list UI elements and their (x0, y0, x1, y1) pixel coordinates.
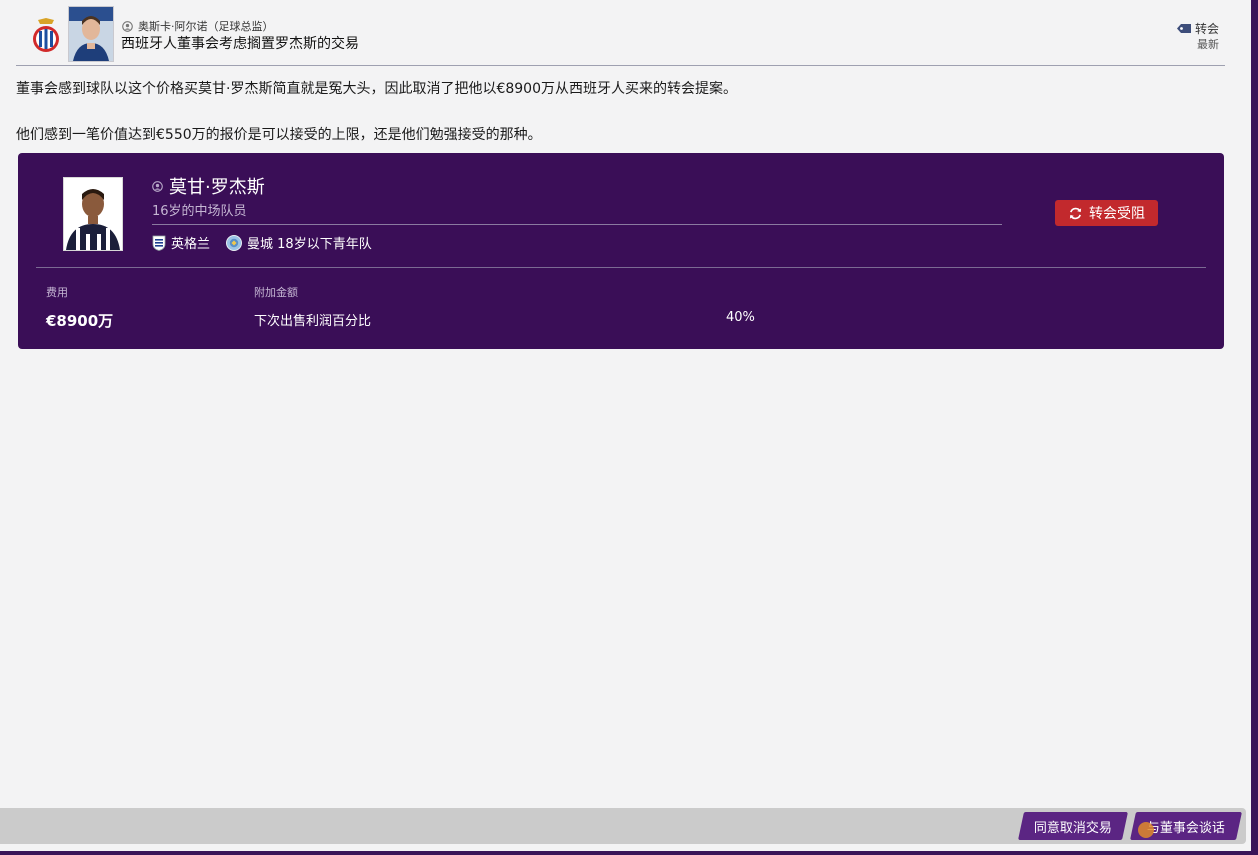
player-photo[interactable] (63, 177, 123, 251)
bonus-label: 附加金额 (254, 286, 298, 299)
man-city-crest-icon (226, 234, 243, 251)
sender-name[interactable]: 奥斯卡·阿尔诺（足球总监） (138, 18, 274, 34)
watermark-logo-icon (1138, 822, 1154, 838)
person-icon (152, 180, 163, 192)
category-tag[interactable]: 转会 (1176, 20, 1219, 37)
player-name[interactable]: 莫甘·罗杰斯 (169, 173, 265, 199)
tag-label: 转会 (1194, 22, 1219, 36)
player-nation[interactable]: 英格兰 (171, 233, 210, 252)
sender-row: 奥斯卡·阿尔诺（足球总监） (122, 18, 274, 34)
message-paragraph-1: 董事会感到球队以这个价格买莫甘·罗杰斯简直就是冤大头，因此取消了把他以€8900… (16, 81, 737, 97)
player-face-icon (64, 178, 122, 250)
status-label: 转会受阻 (1089, 206, 1145, 222)
transfer-status-badge[interactable]: 转会受阻 (1055, 200, 1158, 226)
player-divider (152, 224, 1002, 225)
player-club[interactable]: 曼城 18岁以下青年队 (247, 233, 372, 252)
fee-value: €8900万 (46, 312, 114, 330)
tag-icon (1176, 24, 1191, 33)
director-face-icon (69, 7, 113, 61)
england-flag-icon (152, 235, 166, 251)
fee-label: 费用 (46, 286, 68, 299)
refresh-icon (1069, 207, 1082, 219)
news-headline: 西班牙人董事会考虑搁置罗杰斯的交易 (121, 36, 359, 52)
bonus-name: 下次出售利润百分比 (254, 314, 372, 329)
bonus-value: 40% (726, 310, 755, 325)
agree-cancel-button[interactable]: 同意取消交易 (1018, 812, 1128, 840)
news-panel: 奥斯卡·阿尔诺（足球总监） 西班牙人董事会考虑搁置罗杰斯的交易 转会 最新 董事… (0, 0, 1251, 851)
talk-to-board-label: 与董事会谈话 (1146, 820, 1225, 836)
message-paragraph-2: 他们感到一笔价值达到€550万的报价是可以接受的上限，还是他们勉强接受的那种。 (16, 127, 542, 143)
header-divider (16, 65, 1225, 66)
player-meta: 英格兰 曼城 18岁以下青年队 (152, 233, 372, 252)
person-icon (122, 20, 133, 32)
transfer-card: 莫甘·罗杰斯 16岁的中场队员 英格兰 曼城 18岁以下青年队 转会受阻 费用 … (18, 153, 1224, 349)
espanyol-crest-icon (33, 18, 59, 52)
director-avatar[interactable] (68, 6, 114, 62)
card-divider (36, 267, 1206, 268)
player-description: 16岁的中场队员 (152, 204, 247, 219)
agree-cancel-label: 同意取消交易 (1033, 820, 1112, 836)
player-name-row: 莫甘·罗杰斯 (152, 173, 265, 199)
tag-sublabel: 最新 (1197, 38, 1219, 51)
